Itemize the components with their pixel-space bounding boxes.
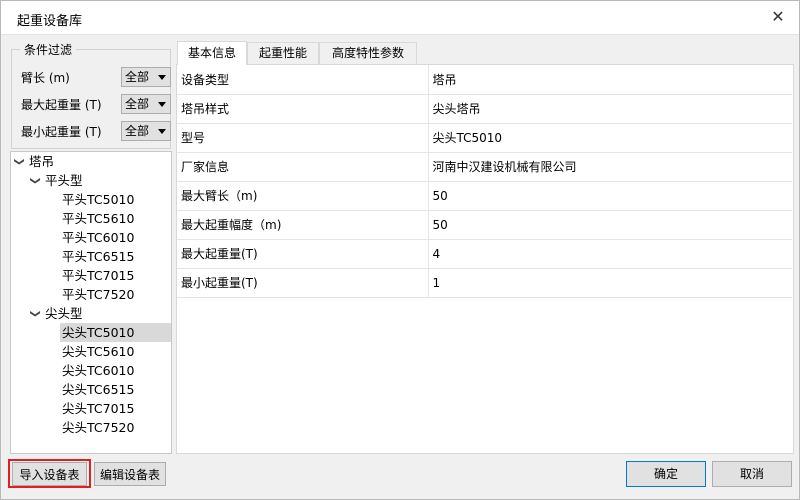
property-value: 尖头TC5010	[428, 123, 792, 153]
filter-row-arm-length: 臂长 (m) 全部	[21, 67, 171, 87]
tree-leaf[interactable]: 平头TC7520	[62, 285, 134, 304]
property-key: 型号	[177, 123, 429, 153]
chevron-down-icon	[158, 102, 166, 107]
chevron-down-icon	[158, 75, 166, 80]
chevron-down-icon[interactable]: ❯	[11, 158, 29, 170]
chevron-down-icon	[158, 129, 166, 134]
select-value: 全部	[125, 97, 150, 111]
equipment-tree[interactable]: ❯ 塔吊 ❯ 平头型 平头TC5010 平头TC5610 平头TC6010 平头TC…	[10, 151, 172, 454]
chevron-down-icon[interactable]: ❯	[26, 310, 45, 322]
table-row[interactable]: 最大臂长（m) 50	[177, 181, 792, 211]
properties-table: 设备类型 塔吊 塔吊样式 尖头塔吊 型号 尖头TC5010 厂家信息 河南中汉建设机械有…	[177, 65, 792, 298]
tree-leaf[interactable]: 平头TC6010	[62, 228, 134, 247]
filter-label: 臂长 (m)	[21, 71, 70, 85]
property-key: 最小起重量(T)	[177, 268, 429, 298]
table-row[interactable]: 最小起重量(T) 1	[177, 268, 792, 298]
chevron-down-icon[interactable]: ❯	[26, 177, 45, 189]
tab-basic-info[interactable]: 基本信息	[177, 41, 247, 65]
ok-button[interactable]: 确定	[626, 461, 706, 487]
property-key: 设备类型	[177, 65, 429, 95]
min-load-select[interactable]: 全部	[121, 121, 171, 141]
tree-leaf[interactable]: 平头TC7015	[62, 266, 134, 285]
tree-leaf[interactable]: 尖头TC6010	[62, 361, 134, 380]
table-row[interactable]: 塔吊样式 尖头塔吊	[177, 94, 792, 124]
filter-label: 最大起重量 (T)	[21, 98, 102, 112]
properties-panel: 设备类型 塔吊 塔吊样式 尖头塔吊 型号 尖头TC5010 厂家信息 河南中汉建设机械有…	[176, 64, 794, 454]
tab-lifting-performance[interactable]: 起重性能	[247, 42, 319, 64]
property-key: 塔吊样式	[177, 94, 429, 124]
filter-row-min-load: 最小起重量 (T) 全部	[21, 121, 171, 141]
tree-node-label: 尖头型	[45, 306, 83, 321]
property-key: 最大臂长（m)	[177, 181, 429, 211]
table-row[interactable]: 型号 尖头TC5010	[177, 123, 792, 153]
close-icon[interactable]: ✕	[767, 6, 789, 28]
filter-row-max-load: 最大起重量 (T) 全部	[21, 94, 171, 114]
dialog-title: 起重设备库	[17, 14, 83, 29]
tab-height-parameters[interactable]: 高度特性参数	[319, 42, 417, 64]
tree-node-group[interactable]: ❯ 平头型	[29, 171, 83, 190]
max-load-select[interactable]: 全部	[121, 94, 171, 114]
tree-node-label: 平头型	[45, 173, 83, 188]
table-row[interactable]: 厂家信息 河南中汉建设机械有限公司	[177, 152, 792, 182]
select-value: 全部	[125, 70, 150, 84]
tree-leaf[interactable]: 平头TC6515	[62, 247, 134, 266]
tree-node-root[interactable]: ❯ 塔吊	[11, 152, 55, 171]
tree-leaf[interactable]: 平头TC5610	[62, 209, 134, 228]
property-value: 4	[428, 239, 792, 269]
import-equipment-button[interactable]: 导入设备表	[12, 462, 87, 486]
tree-leaf-selected[interactable]: 尖头TC5010	[60, 323, 171, 342]
tree-leaf[interactable]: 尖头TC6515	[62, 380, 134, 399]
title-bar: 起重设备库 ✕	[1, 1, 799, 35]
property-value: 塔吊	[428, 65, 792, 95]
property-value: 50	[428, 210, 792, 240]
property-value: 50	[428, 181, 792, 211]
cancel-button[interactable]: 取消	[712, 461, 792, 487]
property-key: 厂家信息	[177, 152, 429, 182]
filter-group-title: 条件过滤	[20, 41, 77, 58]
table-row[interactable]: 最大起重量(T) 4	[177, 239, 792, 269]
select-value: 全部	[125, 124, 150, 138]
tree-leaf[interactable]: 平头TC5010	[62, 190, 134, 209]
dialog-window: 起重设备库 ✕ 条件过滤 臂长 (m) 全部 最大起重量 (T) 全部 最小起重…	[0, 0, 800, 500]
arm-length-select[interactable]: 全部	[121, 67, 171, 87]
tree-leaf[interactable]: 尖头TC5610	[62, 342, 134, 361]
table-row[interactable]: 最大起重幅度（m) 50	[177, 210, 792, 240]
tree-leaf[interactable]: 尖头TC7520	[62, 418, 134, 437]
property-key: 最大起重幅度（m)	[177, 210, 429, 240]
property-key: 最大起重量(T)	[177, 239, 429, 269]
filter-label: 最小起重量 (T)	[21, 125, 102, 139]
tree-node-label: 塔吊	[29, 154, 55, 169]
property-value: 1	[428, 268, 792, 298]
property-value: 河南中汉建设机械有限公司	[428, 152, 792, 182]
property-value: 尖头塔吊	[428, 94, 792, 124]
tree-leaf[interactable]: 尖头TC7015	[62, 399, 134, 418]
filter-group: 条件过滤 臂长 (m) 全部 最大起重量 (T) 全部 最小起重量 (T) 全部	[11, 41, 171, 149]
table-row[interactable]: 设备类型 塔吊	[177, 65, 792, 95]
edit-equipment-button[interactable]: 编辑设备表	[94, 462, 166, 486]
tree-node-group[interactable]: ❯ 尖头型	[29, 304, 83, 323]
